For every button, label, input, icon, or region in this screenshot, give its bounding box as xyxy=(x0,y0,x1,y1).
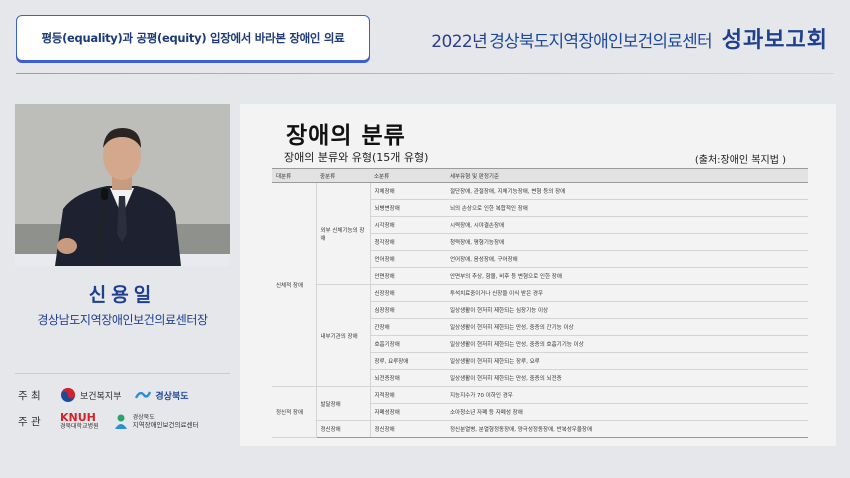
row-sub: 시각장애 xyxy=(370,216,446,234)
row-sub: 정신장애 xyxy=(370,420,446,438)
speaker-name: 신용일 xyxy=(88,284,157,306)
group-psychiatric: 정신장애 xyxy=(316,420,371,438)
row-sub: 언어장애 xyxy=(370,250,446,268)
table-header-row: 대분류 중분류 소분류 세부유형 및 판정기준 xyxy=(272,168,808,183)
row-detail: 안면부의 추상, 함몰, 비후 등 변형으로 인한 장애 xyxy=(446,267,808,285)
row-detail: 절단장애, 관절장애, 지체기능장애, 변형 등의 장애 xyxy=(446,182,808,200)
row-detail: 투석치료중이거나 신장을 이식 받은 경우 xyxy=(446,284,808,302)
row-sub: 호흡기장애 xyxy=(370,335,446,353)
row-sub: 장루, 요루장애 xyxy=(370,352,446,370)
row-detail: 일상생활이 현저히 제한되는 만성, 중증의 간기능 이상 xyxy=(446,318,808,336)
organizer-row: 주 관 KNUH 경북대학교병원 경상북도 지역장애인보건의료센터 xyxy=(18,412,212,431)
center-province: 경상북도 xyxy=(132,413,155,421)
row-sub: 뇌병변장애 xyxy=(370,199,446,217)
row-sub: 심장장애 xyxy=(370,301,446,319)
speaker-silhouette xyxy=(15,104,230,266)
row-sub: 신장장애 xyxy=(370,284,446,302)
host-row: 주 최 보건복지부 경상북도 xyxy=(18,387,203,403)
row-detail: 지능지수가 70 이하인 경우 xyxy=(446,386,808,404)
knuh-name: 경북대학교병원 xyxy=(60,423,99,430)
gyeongbuk-icon xyxy=(135,391,152,399)
row-detail: 정신분열병, 분열형정동장애, 양극성정동장애, 반복성우울장애 xyxy=(446,420,808,438)
row-detail: 일상생활이 현저히 제한되는 만성, 중증의 뇌전증 xyxy=(446,369,808,387)
row-detail: 청력장애, 평형기능장애 xyxy=(446,233,808,251)
taegeuk-icon xyxy=(61,388,75,402)
table-row: 정신장애 정신장애 정신분열병, 분열형정동장애, 양극성정동장애, 반복성우울… xyxy=(272,420,808,438)
header-divider xyxy=(16,73,834,74)
row-detail: 일상생활이 현저히 제한되는 만성, 중증의 호흡기기능 이상 xyxy=(446,335,808,353)
row-sub: 지체장애 xyxy=(370,182,446,200)
row-sub: 안면장애 xyxy=(370,267,446,285)
sponsor-divider xyxy=(15,373,230,374)
talk-topic: 평등(equality)과 공평(equity) 입장에서 바라본 장애인 의료 xyxy=(41,31,345,45)
row-detail: 시력장애, 시야결손장애 xyxy=(446,216,808,234)
host-label: 주 최 xyxy=(18,389,41,402)
table-row: 정신적 장애 발달장애 지적장애 지능지수가 70 이하인 경우 xyxy=(272,386,808,438)
table-row: 신체적 장애 외부 신체기능의 장애 지체장애 절단장애, 관절장애, 지체기능… xyxy=(272,182,808,387)
header-minor: 소분류 xyxy=(370,168,446,183)
row-sub: 청각장애 xyxy=(370,233,446,251)
group-physical: 신체적 장애 xyxy=(272,182,317,387)
table-row: 내부기관의 장애 신장장애 투석치료중이거나 신장을 이식 받은 경우 xyxy=(272,284,808,387)
group-mental: 정신적 장애 xyxy=(272,386,317,438)
header-middle: 중분류 xyxy=(316,168,370,183)
event-year: 2022년 xyxy=(431,32,488,52)
ministry-logo: 보건복지부 xyxy=(60,387,121,403)
event-title: 2022년 경상북도지역장애인보건의료센터 성과보고회 xyxy=(431,22,828,53)
center-leaf-icon xyxy=(114,414,127,429)
header-detail: 세부유형 및 판정기준 xyxy=(446,168,808,183)
row-sub: 지적장애 xyxy=(370,386,446,404)
center-name: 지역장애인보건의료센터 xyxy=(132,420,199,429)
event-center-name: 경상북도지역장애인보건의료센터 xyxy=(489,32,712,52)
province-logo: 경상북도 xyxy=(135,389,189,402)
slide-source: (출처:장애인 복지법 ) xyxy=(694,155,786,166)
header-major: 대분류 xyxy=(272,168,316,183)
ministry-name: 보건복지부 xyxy=(80,391,122,402)
slide-subtitle: 장애의 분류와 유형(15개 유형) xyxy=(284,151,429,164)
speaker-affiliation: 경상남도지역장애인보건의료센터장 xyxy=(37,313,208,327)
group-internal: 내부기관의 장애 xyxy=(316,284,371,387)
center-logo: 경상북도 지역장애인보건의료센터 xyxy=(113,413,199,431)
row-detail: 일상생활이 현저히 제한되는 심장기능 이상 xyxy=(446,301,808,319)
row-detail: 일상생활이 현저히 제한되는 장루, 요루 xyxy=(446,352,808,370)
group-external: 외부 신체기능의 장애 xyxy=(316,182,371,285)
organizer-label: 주 관 xyxy=(18,416,41,428)
knuh-mark: KNUH xyxy=(60,411,96,424)
row-sub: 뇌전증장애 xyxy=(370,369,446,387)
province-name: 경상북도 xyxy=(155,391,189,402)
row-sub: 자폐성장애 xyxy=(370,403,446,421)
slide-title: 장애의 분류 xyxy=(286,123,406,149)
knuh-logo: KNUH 경북대학교병원 xyxy=(60,412,99,431)
row-detail: 뇌의 손상으로 인한 복합적인 장애 xyxy=(446,199,808,217)
speaker-video xyxy=(15,104,230,266)
row-sub: 간장애 xyxy=(370,318,446,336)
talk-topic-banner: 평등(equality)과 공평(equity) 입장에서 바라본 장애인 의료 xyxy=(16,15,370,61)
row-detail: 언어장애, 음성장애, 구어장애 xyxy=(446,250,808,268)
disability-classification-table: 대분류 중분류 소분류 세부유형 및 판정기준 신체적 장애 외부 신체기능의 … xyxy=(272,168,808,438)
presentation-slide: 장애의 분류 장애의 분류와 유형(15개 유형) (출처:장애인 복지법 ) … xyxy=(240,104,836,446)
event-report-label: 성과보고회 xyxy=(721,28,828,53)
row-detail: 소아청소년 자폐 등 자폐성 장애 xyxy=(446,403,808,421)
group-developmental: 발달장애 xyxy=(316,386,371,421)
